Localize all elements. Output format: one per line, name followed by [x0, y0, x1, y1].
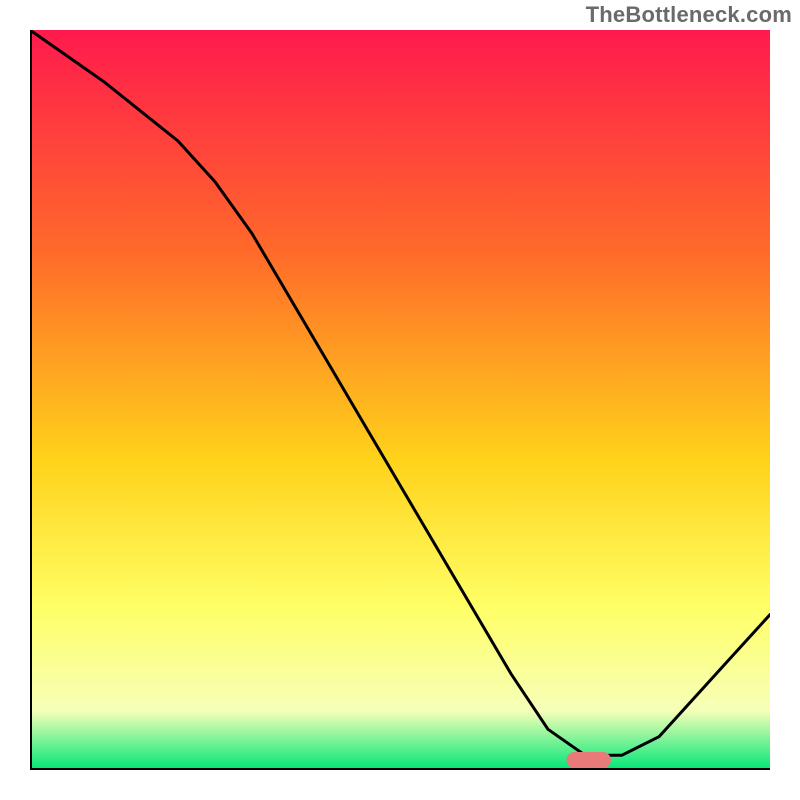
gradient-background [30, 30, 770, 770]
optimal-marker [567, 752, 611, 768]
chart-svg [30, 30, 770, 770]
watermark-text: TheBottleneck.com [586, 2, 792, 28]
chart-frame: TheBottleneck.com [0, 0, 800, 800]
plot-area [30, 30, 770, 770]
